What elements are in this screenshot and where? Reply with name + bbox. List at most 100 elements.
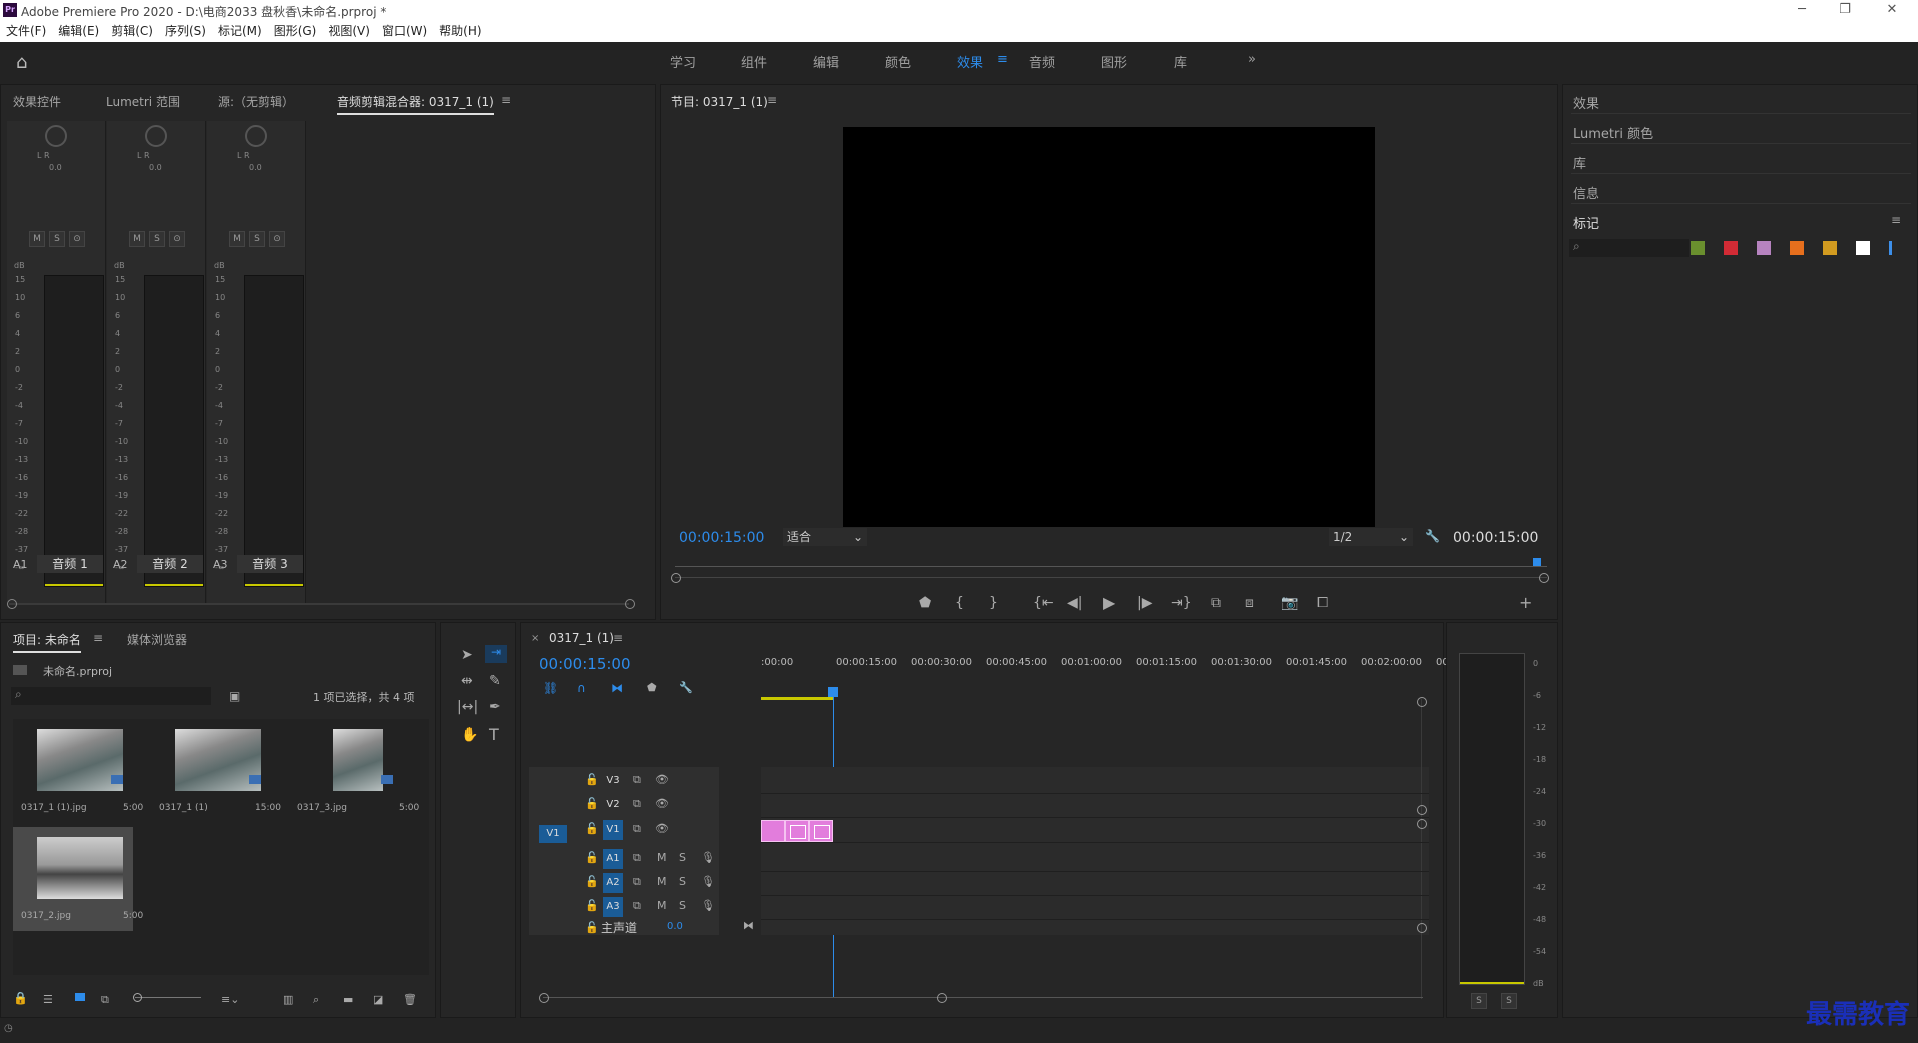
timeline-hscroll[interactable] xyxy=(543,997,1423,998)
track-target-a3[interactable]: A3 xyxy=(603,897,623,917)
close-tab-icon[interactable]: × xyxy=(531,633,539,644)
panel-menu-icon[interactable]: ≡ xyxy=(1891,213,1901,227)
record-button[interactable]: ⊙ xyxy=(269,231,285,247)
track-target-v3[interactable]: V3 xyxy=(603,771,623,791)
menu-view[interactable]: 视图(V) xyxy=(322,20,376,42)
vscroll-handle[interactable] xyxy=(1417,923,1427,933)
panel-menu-icon[interactable]: ≡ xyxy=(501,93,511,107)
toggle-output-eye-icon[interactable]: 👁 xyxy=(655,773,669,786)
maximize-icon[interactable]: ❐ xyxy=(1825,0,1865,20)
track-mute-button[interactable]: M xyxy=(657,875,667,888)
markers-search-input[interactable]: ⌕ xyxy=(1569,239,1689,257)
project-search-input[interactable]: ⌕ xyxy=(11,687,211,705)
work-area-bar[interactable] xyxy=(761,697,833,700)
track-select-tool-icon[interactable]: ⇥ xyxy=(485,645,507,663)
track-lane[interactable] xyxy=(761,895,1429,896)
go-to-in-icon[interactable]: {⇤ xyxy=(1033,595,1054,611)
hscroll-handle[interactable] xyxy=(539,993,549,1003)
vscroll-handle[interactable] xyxy=(1417,805,1427,815)
track-lane[interactable] xyxy=(761,871,1429,872)
track-lane[interactable] xyxy=(761,919,1429,920)
master-volume-value[interactable]: 0.0 xyxy=(667,921,683,932)
workspace-libraries[interactable]: 库 xyxy=(1174,52,1187,71)
workspace-graphics[interactable]: 图形 xyxy=(1101,52,1127,71)
timeline-clip[interactable] xyxy=(809,820,833,842)
lock-icon[interactable]: 🔓 xyxy=(585,921,599,934)
track-solo-button[interactable]: S xyxy=(679,875,686,888)
marker-color-swatch[interactable] xyxy=(1691,241,1705,255)
sync-lock-icon[interactable]: ⧉ xyxy=(633,797,641,811)
tab-audio-clip-mixer[interactable]: 音频剪辑混合器: 0317_1 (1) xyxy=(337,93,494,115)
timeline-clip[interactable] xyxy=(761,820,785,842)
freeform-view-icon[interactable]: ⧉ xyxy=(101,993,109,1007)
timeline-ruler[interactable]: :00:00 00:00:15:00 00:00:30:00 00:00:45:00 0… xyxy=(761,657,1449,681)
channel-meter[interactable] xyxy=(44,275,104,587)
button-editor-plus-icon[interactable]: + xyxy=(1519,593,1532,612)
master-end-icon[interactable]: ⧓ xyxy=(743,919,754,932)
source-patch-v1[interactable]: V1 xyxy=(539,825,567,843)
add-marker-icon[interactable]: ⬟ xyxy=(647,681,657,694)
zoom-slider[interactable] xyxy=(135,997,201,998)
sync-lock-icon[interactable]: ⧉ xyxy=(633,851,641,865)
menu-edit[interactable]: 编辑(E) xyxy=(52,20,105,42)
track-lock-icon[interactable]: 🔓 xyxy=(585,875,599,888)
workspace-learn[interactable]: 学习 xyxy=(670,52,696,71)
channel-meter[interactable] xyxy=(244,275,304,587)
record-button[interactable]: ⊙ xyxy=(69,231,85,247)
icon-view-icon[interactable] xyxy=(75,993,85,1001)
monitor-time-ruler[interactable] xyxy=(675,566,1547,567)
timeline-settings-wrench-icon[interactable]: 🔧 xyxy=(679,681,693,694)
tab-project[interactable]: 项目: 未命名 xyxy=(13,631,81,653)
go-to-out-icon[interactable]: ⇥} xyxy=(1171,595,1192,611)
home-icon[interactable]: ⌂ xyxy=(16,52,27,73)
libraries-panel-header[interactable]: 库 xyxy=(1573,153,1586,172)
find-icon[interactable]: ⌕ xyxy=(313,993,319,1007)
lock-icon[interactable]: 🔒 xyxy=(13,991,28,1005)
comparison-view-icon[interactable]: ⧠ xyxy=(1317,595,1328,611)
monitor-zoom-bar[interactable] xyxy=(675,577,1547,578)
selection-tool-icon[interactable]: ➤ xyxy=(461,647,473,663)
effects-panel-header[interactable]: 效果 xyxy=(1573,93,1599,112)
program-title[interactable]: 节目: 0317_1 (1) xyxy=(671,93,768,110)
solo-right-button[interactable]: S xyxy=(1501,993,1517,1009)
settings-wrench-icon[interactable]: 🔧 xyxy=(1425,529,1440,543)
mute-button[interactable]: M xyxy=(229,231,245,247)
vscroll-handle[interactable] xyxy=(1417,819,1427,829)
track-lane[interactable] xyxy=(761,842,1429,843)
project-item[interactable]: 0317_3.jpg 5:00 xyxy=(289,719,419,823)
add-marker-icon[interactable]: ⬟ xyxy=(919,595,931,611)
marker-color-swatch[interactable] xyxy=(1790,241,1804,255)
zoom-handle[interactable] xyxy=(1539,573,1549,583)
track-lock-icon[interactable]: 🔓 xyxy=(585,773,599,786)
panel-menu-icon[interactable]: ≡ xyxy=(767,93,777,107)
track-lane[interactable] xyxy=(761,817,1429,818)
pan-knob[interactable] xyxy=(145,125,167,147)
hscroll-handle[interactable] xyxy=(937,993,947,1003)
extract-icon[interactable]: ⧈ xyxy=(1245,595,1254,611)
ripple-edit-tool-icon[interactable]: ⇹ xyxy=(461,673,473,689)
info-panel-header[interactable]: 信息 xyxy=(1573,183,1599,202)
playhead-timecode[interactable]: 00:00:15:00 xyxy=(679,530,764,546)
master-audio-meter[interactable] xyxy=(1459,653,1525,985)
menu-clip[interactable]: 剪辑(C) xyxy=(105,20,159,42)
mute-button[interactable]: M xyxy=(129,231,145,247)
mixer-scrollbar[interactable] xyxy=(9,603,629,605)
toggle-output-eye-icon[interactable]: 👁 xyxy=(655,797,669,810)
track-mute-button[interactable]: M xyxy=(657,899,667,912)
solo-button[interactable]: S xyxy=(149,231,165,247)
trash-icon[interactable]: 🗑 xyxy=(403,993,417,1006)
timeline-timecode[interactable]: 00:00:15:00 xyxy=(539,655,631,673)
track-target-v1[interactable]: V1 xyxy=(603,820,623,840)
close-icon[interactable]: ✕ xyxy=(1872,0,1912,20)
workspace-editing[interactable]: 编辑 xyxy=(813,52,839,71)
playhead-handle[interactable] xyxy=(828,687,838,697)
export-frame-icon[interactable]: 📷 xyxy=(1281,595,1298,611)
scroll-handle[interactable] xyxy=(7,599,17,609)
pan-knob[interactable] xyxy=(45,125,67,147)
zoom-slider-handle[interactable] xyxy=(133,993,142,1002)
sync-lock-icon[interactable]: ⧉ xyxy=(633,875,641,889)
new-item-icon[interactable]: ◪ xyxy=(373,993,383,1006)
voiceover-record-icon[interactable]: 🎙 xyxy=(701,875,715,888)
step-forward-icon[interactable]: |▶ xyxy=(1137,595,1152,611)
solo-left-button[interactable]: S xyxy=(1471,993,1487,1009)
